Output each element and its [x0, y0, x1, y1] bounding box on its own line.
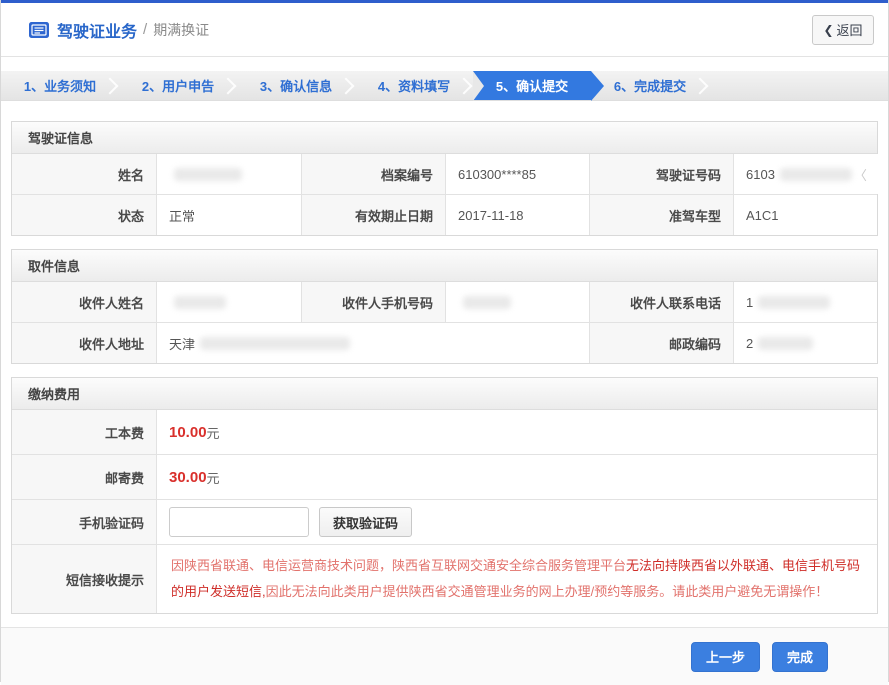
redacted-blob [758, 337, 813, 350]
sms-notice-text: 因陕西省联通、电信运营商技术问题，陕西省互联网交通安全综合服务管理平台无法向持陕… [156, 545, 877, 613]
status-value: 正常 [156, 195, 301, 235]
sms-code-cell: 获取验证码 [156, 500, 877, 544]
redacted-blob [174, 168, 242, 181]
table-row: 工本费 10.00元 [12, 410, 877, 454]
sms-notice-label: 短信接收提示 [12, 545, 156, 613]
breadcrumb-current: 期满换证 [153, 20, 209, 40]
recipient-address-label: 收件人地址 [12, 323, 156, 363]
step-1-business-notice[interactable]: 1、业务须知 [1, 71, 119, 100]
name-value [156, 154, 301, 194]
expiry-date-label: 有效期止日期 [301, 195, 445, 235]
redacted-blob [758, 296, 830, 309]
pickup-info-section: 取件信息 收件人姓名 收件人手机号码 收件人联系电话 1 收件人地址 天津 邮政… [11, 249, 878, 364]
mailing-fee-unit: 元 [207, 468, 220, 487]
finish-button[interactable]: 完成 [772, 642, 828, 672]
back-button-label: 返回 [837, 20, 863, 39]
redacted-blob [463, 296, 511, 309]
table-row: 手机验证码 获取验证码 [12, 499, 877, 544]
file-number-value: 610300****85 [445, 154, 589, 194]
wizard-steps: 1、业务须知 2、用户申告 3、确认信息 4、资料填写 5、确认提交 6、完成提… [1, 71, 888, 101]
sms-code-label: 手机验证码 [12, 500, 156, 544]
footer-bar: 上一步 完成 [1, 627, 888, 685]
expiry-date-value: 2017-11-18 [445, 195, 589, 235]
production-fee-unit: 元 [207, 423, 220, 442]
fees-section: 缴纳费用 工本费 10.00元 邮寄费 30.00元 手机验证码 获取验证码 短… [11, 377, 878, 614]
recipient-name-value [156, 282, 301, 322]
mailing-fee-value: 30.00元 [156, 455, 877, 499]
table-row: 姓名 档案编号 610300****85 驾驶证号码 6103〈 [12, 154, 877, 194]
mailing-fee-label: 邮寄费 [12, 455, 156, 499]
production-fee-amount: 10.00 [169, 424, 207, 441]
recipient-phone-label: 收件人联系电话 [589, 282, 733, 322]
page-header: 驾驶证业务 / 期满换证 ❮ 返回 [1, 3, 888, 57]
page: 驾驶证业务 / 期满换证 ❮ 返回 1、业务须知 2、用户申告 3、确认信息 4… [0, 0, 889, 682]
step-2-user-declaration[interactable]: 2、用户申告 [119, 71, 237, 100]
get-sms-code-button[interactable]: 获取验证码 [319, 507, 412, 537]
production-fee-value: 10.00元 [156, 410, 877, 454]
fees-section-title: 缴纳费用 [12, 378, 877, 410]
name-label: 姓名 [12, 154, 156, 194]
table-row: 收件人姓名 收件人手机号码 收件人联系电话 1 [12, 282, 877, 322]
previous-step-button[interactable]: 上一步 [691, 642, 760, 672]
pickup-section-title: 取件信息 [12, 250, 877, 282]
license-number-label: 驾驶证号码 [589, 154, 733, 194]
recipient-mobile-value [445, 282, 589, 322]
vehicle-class-label: 准驾车型 [589, 195, 733, 235]
breadcrumb-separator: / [143, 21, 147, 38]
license-number-value: 6103〈 [733, 154, 879, 194]
table-row: 邮寄费 30.00元 [12, 454, 877, 499]
recipient-name-label: 收件人姓名 [12, 282, 156, 322]
recipient-address-value: 天津 [156, 323, 589, 363]
back-chevron-icon: ❮ [823, 23, 833, 37]
redacted-blob [200, 337, 350, 350]
table-row: 短信接收提示 因陕西省联通、电信运营商技术问题，陕西省互联网交通安全综合服务管理… [12, 544, 877, 613]
step-6-complete-submit[interactable]: 6、完成提交 [591, 71, 709, 100]
vehicle-class-value: A1C1 [733, 195, 877, 235]
mailing-fee-amount: 30.00 [169, 469, 207, 486]
license-section-title: 驾驶证信息 [12, 122, 877, 154]
step-5-confirm-submit[interactable]: 5、确认提交 [473, 71, 591, 100]
production-fee-label: 工本费 [12, 410, 156, 454]
license-list-icon [29, 22, 49, 38]
recipient-mobile-label: 收件人手机号码 [301, 282, 445, 322]
recipient-phone-value: 1 [733, 282, 877, 322]
postal-code-label: 邮政编码 [589, 323, 733, 363]
sms-notice-part1: 因陕西省联通、电信运营商技术问题，陕西省互联网交通安全综合服务管理平台 [171, 558, 626, 573]
main-content: 驾驶证信息 姓名 档案编号 610300****85 驾驶证号码 6103〈 状… [1, 101, 888, 627]
status-label: 状态 [12, 195, 156, 235]
table-row: 状态 正常 有效期止日期 2017-11-18 准驾车型 A1C1 [12, 194, 877, 235]
sms-notice-part3: 因此无法向此类用户提供陕西省交通管理业务的网上办理/预约等服务。请此类用户避免无… [266, 584, 829, 599]
step-3-confirm-info[interactable]: 3、确认信息 [237, 71, 355, 100]
redacted-trail: 〈 [854, 165, 867, 184]
steps-filler [709, 71, 888, 100]
redacted-blob [174, 296, 226, 309]
postal-code-value: 2 [733, 323, 877, 363]
back-button[interactable]: ❮ 返回 [812, 15, 874, 45]
page-title: 驾驶证业务 [57, 18, 137, 42]
table-row: 收件人地址 天津 邮政编码 2 [12, 322, 877, 363]
file-number-label: 档案编号 [301, 154, 445, 194]
step-4-fill-materials[interactable]: 4、资料填写 [355, 71, 473, 100]
license-info-section: 驾驶证信息 姓名 档案编号 610300****85 驾驶证号码 6103〈 状… [11, 121, 878, 236]
sms-code-input[interactable] [169, 507, 309, 537]
redacted-blob [780, 168, 852, 181]
